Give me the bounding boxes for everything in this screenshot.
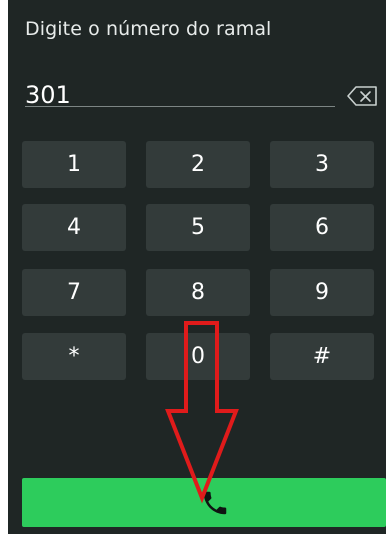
key-9[interactable]: 9	[270, 269, 374, 316]
key-6[interactable]: 6	[270, 204, 374, 251]
dialer-prompt: Digite o número do ramal	[25, 18, 272, 40]
key-4[interactable]: 4	[22, 204, 126, 251]
dialer-screen: Digite o número do ramal 301 1 2 3 4 5 6…	[0, 0, 392, 542]
backspace-button[interactable]	[346, 84, 380, 108]
backspace-icon	[347, 86, 377, 106]
call-button[interactable]	[22, 478, 386, 527]
key-7[interactable]: 7	[22, 269, 126, 316]
key-2[interactable]: 2	[146, 141, 250, 188]
number-underline	[25, 106, 335, 107]
key-3[interactable]: 3	[270, 141, 374, 188]
key-0[interactable]: 0	[146, 333, 250, 380]
key-star[interactable]: *	[22, 333, 126, 380]
key-1[interactable]: 1	[22, 141, 126, 188]
extension-number-input[interactable]: 301	[25, 82, 71, 108]
key-hash[interactable]: #	[270, 333, 374, 380]
phone-icon	[203, 491, 227, 515]
key-5[interactable]: 5	[146, 204, 250, 251]
key-8[interactable]: 8	[146, 269, 250, 316]
